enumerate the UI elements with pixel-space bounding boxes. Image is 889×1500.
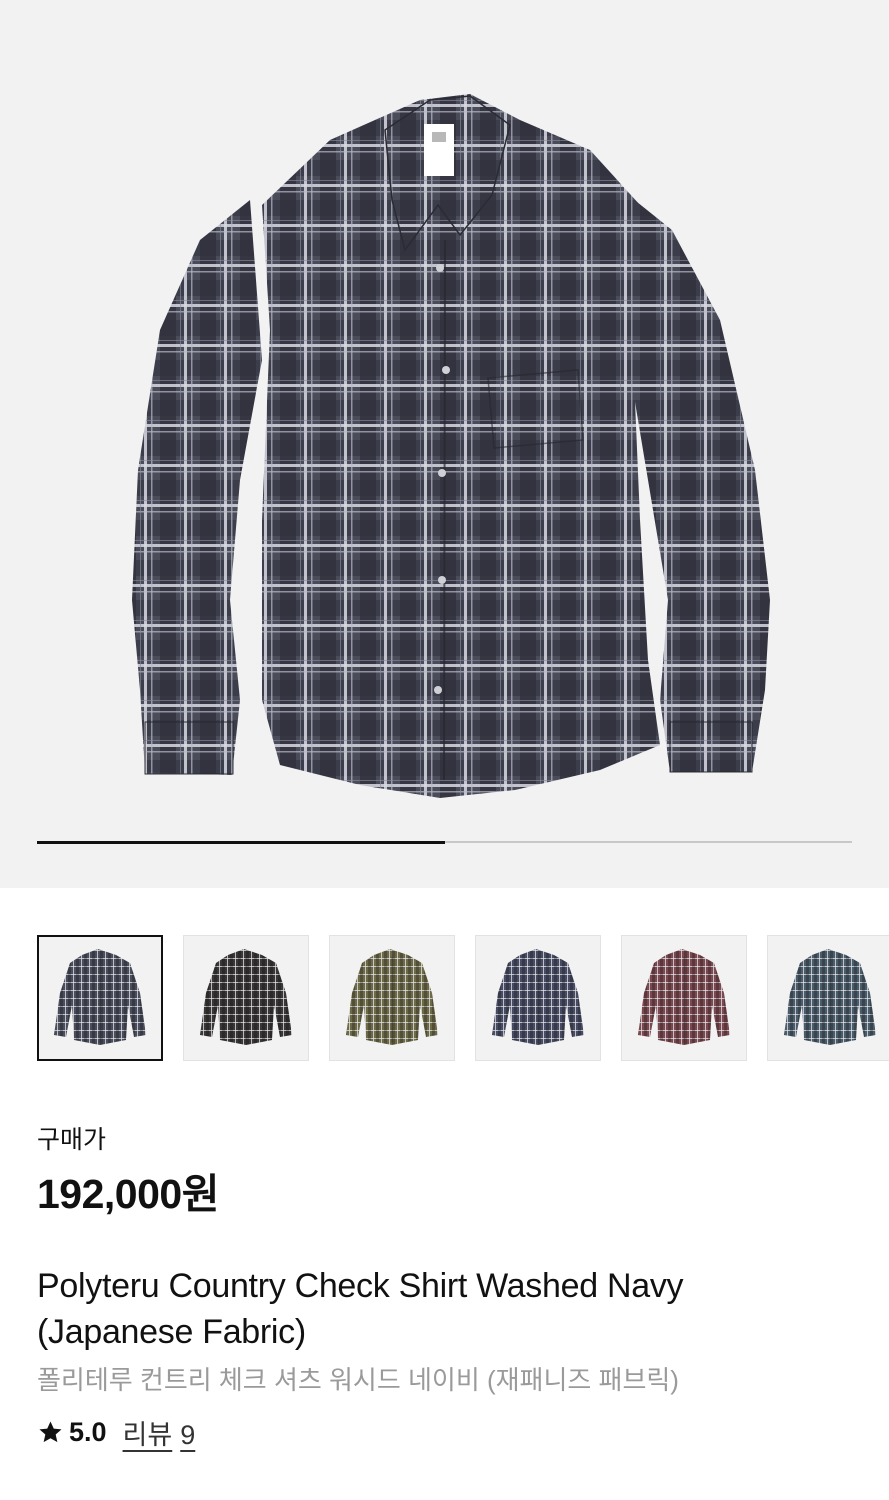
thumbnail-shirt-image xyxy=(784,949,876,1045)
product-price: 192,000원 xyxy=(37,1171,219,1217)
thumbnail-black-check[interactable] xyxy=(183,935,309,1061)
product-image-gallery[interactable] xyxy=(0,0,889,888)
thumbnail-olive-check[interactable] xyxy=(329,935,455,1061)
product-title: Polyteru Country Check Shirt Washed Navy… xyxy=(37,1267,684,1351)
gallery-progress-fill xyxy=(37,840,445,844)
thumbnail-shirt-image xyxy=(492,949,584,1045)
thumbnail-navy-check-2[interactable] xyxy=(475,935,601,1061)
rating-value: 5.0 xyxy=(69,1416,107,1447)
thumbnail-shirt-image xyxy=(346,949,438,1045)
review-link[interactable]: 리뷰 9 xyxy=(123,1413,196,1452)
star-icon xyxy=(39,1420,62,1442)
price-label: 구매가 xyxy=(37,1126,107,1154)
main-product-image xyxy=(132,94,770,798)
thumbnail-navy-check[interactable] xyxy=(37,935,163,1061)
thumbnail-shirt-image xyxy=(638,949,730,1045)
thumbnail-burgundy-check[interactable] xyxy=(621,935,747,1061)
gallery-progress-bar xyxy=(37,840,852,844)
rating-row: 5.0 리뷰 9 xyxy=(37,1412,195,1452)
product-subtitle-korean: 폴리테루 컨트리 체크 셔츠 워시드 네이비 (재패니즈 패브릭) xyxy=(37,1365,679,1395)
thumbnail-shirt-image xyxy=(54,949,146,1045)
review-label: 리뷰 xyxy=(122,1419,173,1450)
review-count: 9 xyxy=(180,1419,196,1450)
thumbnail-shirt-image xyxy=(200,949,292,1045)
thumbnail-strip[interactable] xyxy=(37,935,889,1062)
thumbnail-blue-check[interactable] xyxy=(767,935,889,1061)
